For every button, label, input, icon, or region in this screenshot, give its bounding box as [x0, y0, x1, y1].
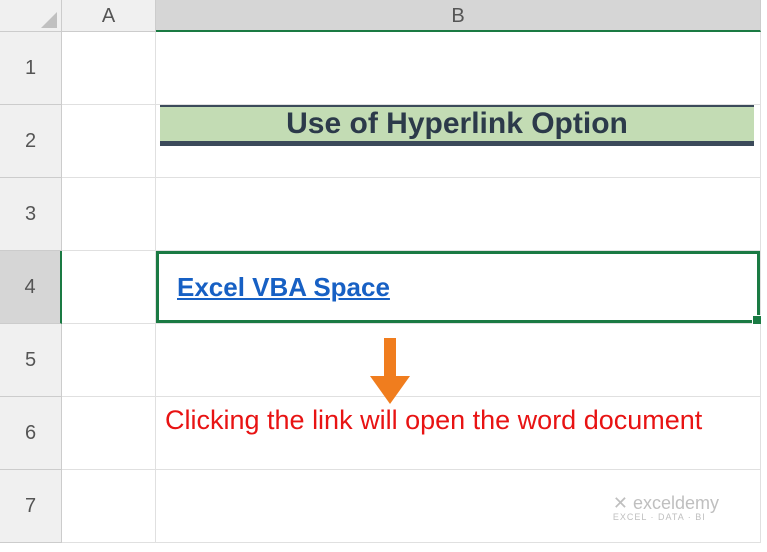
cell-b3[interactable] — [156, 178, 761, 251]
row-header-4[interactable]: 4 — [0, 251, 62, 324]
cell-b4[interactable]: Excel VBA Space — [156, 251, 761, 324]
cell-a1[interactable] — [62, 32, 156, 105]
row-header-5[interactable]: 5 — [0, 324, 62, 397]
annotation-text: Clicking the link will open the word doc… — [165, 402, 702, 440]
cell-a4[interactable] — [62, 251, 156, 324]
column-header-b[interactable]: B — [156, 0, 761, 32]
row-header-7[interactable]: 7 — [0, 470, 62, 543]
cell-a2[interactable] — [62, 105, 156, 178]
title-banner: Use of Hyperlink Option — [160, 105, 754, 146]
cell-b2[interactable]: Use of Hyperlink Option — [156, 105, 761, 178]
hyperlink[interactable]: Excel VBA Space — [177, 272, 390, 303]
cell-a6[interactable] — [62, 397, 156, 470]
cell-b5[interactable] — [156, 324, 761, 397]
cell-b1[interactable] — [156, 32, 761, 105]
spreadsheet-grid: A B 1 2 Use of Hyperlink Option 3 4 Exce… — [0, 0, 767, 543]
row-header-3[interactable]: 3 — [0, 178, 62, 251]
select-all-corner[interactable] — [0, 0, 62, 32]
select-all-triangle-icon — [41, 12, 57, 28]
watermark: ✕ exceldemy EXCEL · DATA · BI — [613, 494, 719, 522]
cell-a3[interactable] — [62, 178, 156, 251]
active-cell-border: Excel VBA Space — [156, 251, 760, 323]
cell-a7[interactable] — [62, 470, 156, 543]
row-header-6[interactable]: 6 — [0, 397, 62, 470]
column-header-a[interactable]: A — [62, 0, 156, 32]
cell-a5[interactable] — [62, 324, 156, 397]
row-header-2[interactable]: 2 — [0, 105, 62, 178]
watermark-brand: ✕ exceldemy — [613, 494, 719, 513]
watermark-tagline: EXCEL · DATA · BI — [613, 513, 719, 522]
row-header-1[interactable]: 1 — [0, 32, 62, 105]
